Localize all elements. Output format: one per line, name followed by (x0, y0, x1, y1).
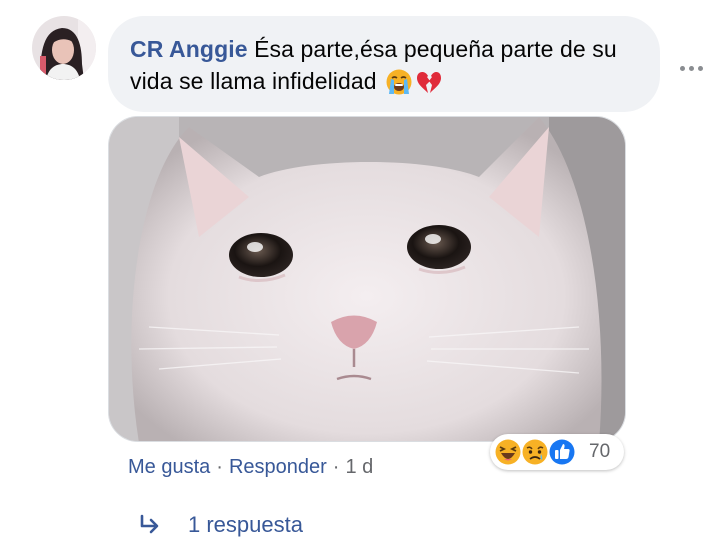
comment-bubble: CR Anggie Ésa parte,ésa pequeña parte de… (108, 16, 660, 112)
sad-reaction-icon (520, 437, 550, 467)
like-link[interactable]: Me gusta (128, 456, 210, 478)
comment-actions: Me gusta · Responder · 1 d (128, 453, 373, 481)
comment-author[interactable]: CR Anggie (130, 36, 248, 62)
comment-photo[interactable] (108, 116, 626, 442)
more-options-icon[interactable] (678, 64, 708, 74)
reply-arrow-icon (140, 514, 164, 542)
separator: · (332, 456, 340, 478)
separator: · (216, 456, 223, 478)
broken-heart-icon (415, 68, 443, 104)
avatar[interactable] (32, 16, 96, 80)
like-reaction-icon (547, 437, 577, 467)
reaction-count: 70 (589, 441, 611, 462)
replies-label[interactable]: 1 respuesta (188, 510, 303, 540)
reply-link[interactable]: Responder (229, 456, 327, 478)
reactions-summary[interactable]: 70 (490, 434, 624, 470)
loudly-crying-face-icon (385, 68, 413, 104)
comment-age[interactable]: 1 d (345, 456, 373, 478)
haha-reaction-icon (493, 437, 523, 467)
